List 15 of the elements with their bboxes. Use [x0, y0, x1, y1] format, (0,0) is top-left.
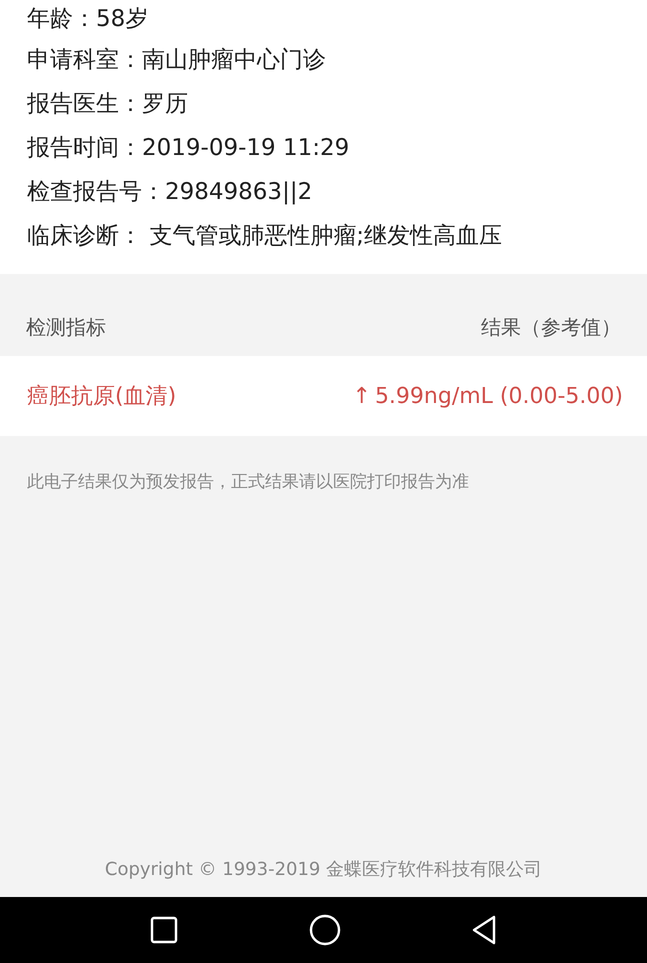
- test-result: ↑ 5.99ng/mL (0.00-5.00): [352, 384, 623, 408]
- back-icon[interactable]: [470, 915, 497, 945]
- recent-apps-icon[interactable]: [150, 916, 178, 944]
- column-header: 结果（参考值）: [481, 314, 621, 341]
- info-line: 报告医生：罗历: [27, 90, 189, 119]
- home-icon[interactable]: [308, 914, 340, 946]
- info-line: 报告时间：2019-09-19 11:29: [27, 134, 350, 163]
- test-name: 癌胚抗原(血清): [27, 383, 176, 411]
- info-line: 检查报告号：29849863||2: [27, 178, 314, 207]
- column-header: 检测指标: [26, 314, 106, 341]
- info-line: 申请科室：南山肿瘤中心门诊: [27, 46, 327, 75]
- info-line: 临床诊断： 支气管或肺恶性肿瘤;继发性高血压: [27, 222, 504, 251]
- info-line: 年龄：58岁: [27, 5, 150, 34]
- copyright-text: Copyright © 1993-2019 金蝶医疗软件科技有限公司: [104, 858, 544, 882]
- notice-text: 此电子结果仅为预发报告，正式结果请以医院打印报告为准: [26, 471, 470, 493]
